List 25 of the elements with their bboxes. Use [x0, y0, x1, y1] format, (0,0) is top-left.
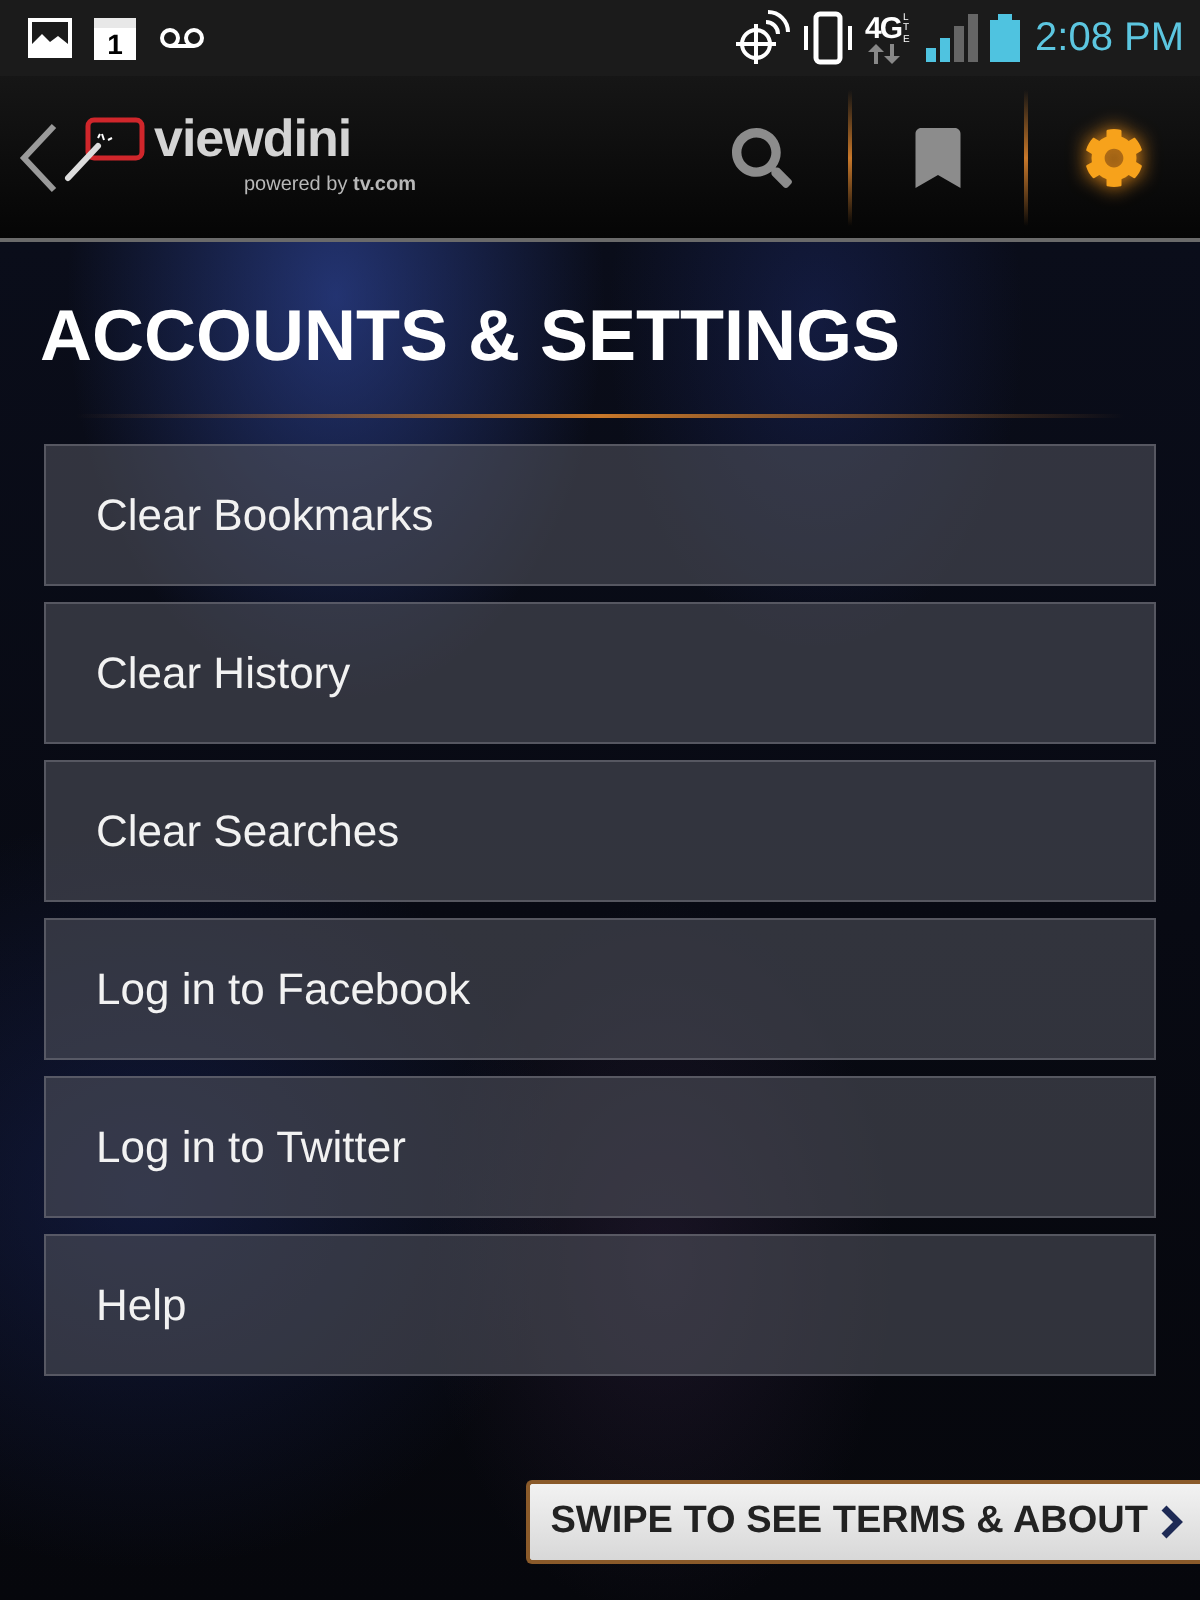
settings-item[interactable]: Log in to Twitter [44, 1076, 1156, 1218]
data-arrows-icon [867, 43, 899, 63]
settings-item[interactable]: Help [44, 1234, 1156, 1376]
settings-icon [1084, 127, 1144, 187]
settings-item[interactable]: Clear Bookmarks [44, 444, 1156, 586]
logo-wordmark: viewdini [154, 111, 354, 163]
clock-time: 2:08 PM [1035, 18, 1184, 58]
signal-icon [925, 14, 978, 62]
swipe-hint-button[interactable]: SWIPE TO SEE TERMS & ABOUT [526, 1480, 1200, 1564]
settings-item[interactable]: Clear History [44, 602, 1156, 744]
search-icon [732, 127, 792, 187]
voicemail-icon [158, 26, 206, 50]
chevron-right-icon [1160, 1504, 1184, 1540]
vibrate-icon [801, 10, 853, 66]
calendar-notification: 1 [94, 17, 136, 59]
logo-icon [62, 115, 146, 183]
settings-item[interactable]: Clear Searches [44, 760, 1156, 902]
gallery-icon [28, 18, 72, 58]
network-type: 4G [865, 13, 902, 43]
battery-icon [989, 14, 1020, 62]
logo-tagline: powered by tv.com [244, 175, 416, 195]
settings-item[interactable]: Log in to Facebook [44, 918, 1156, 1060]
gps-icon [733, 10, 789, 66]
back-chevron-icon [18, 121, 58, 193]
page-title: ACCOUNTS & SETTINGS [40, 300, 903, 372]
